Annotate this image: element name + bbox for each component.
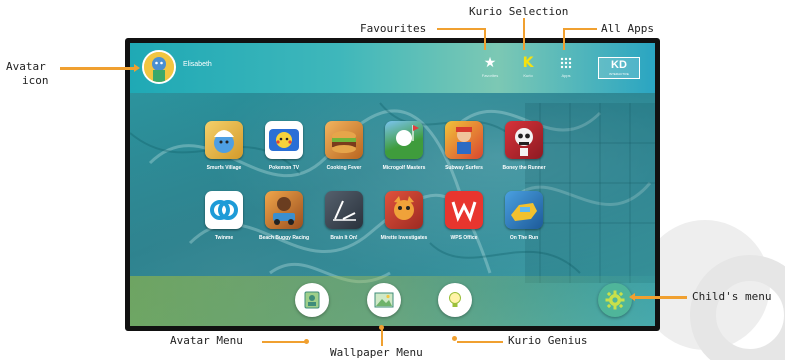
callout-childs-menu: Child's menu <box>692 290 772 303</box>
wallpaper-menu-button[interactable] <box>367 283 401 317</box>
callout-favourites: Favourites <box>360 22 427 35</box>
app-pokemon-tv[interactable]: Pokemon TV <box>255 121 313 181</box>
callout-avatar-menu: Avatar Menu <box>170 334 243 347</box>
app-smurfs-village[interactable]: Smurfs Village <box>195 121 253 181</box>
callout-dot <box>304 339 309 344</box>
beach-buggy-icon <box>265 191 303 229</box>
avatar[interactable] <box>142 50 176 84</box>
app-mirette-investigates[interactable]: Mirette Investigates <box>375 191 433 251</box>
kurio-genius-button[interactable] <box>438 283 472 317</box>
app-label: Cooking Fever <box>326 165 362 171</box>
app-label: Mirette Investigates <box>380 235 428 241</box>
logo-mark: KD <box>611 59 627 71</box>
callout-line <box>437 28 486 30</box>
mirette-icon <box>385 191 423 229</box>
logo-subtitle: INTERACTIVE <box>609 72 629 76</box>
microgolf-icon <box>385 121 423 159</box>
app-label: Boney the Runner <box>502 165 546 171</box>
app-label: Brain It On! <box>330 235 358 241</box>
app-label: Subway Surfers <box>445 165 483 171</box>
callout-wallpaper-menu: Wallpaper Menu <box>330 346 423 359</box>
app-label: Microgolf Masters <box>382 165 426 171</box>
picture-icon <box>374 292 394 308</box>
app-beach-buggy-racing[interactable]: Beach Buggy Racing <box>255 191 313 251</box>
app-subway-surfers[interactable]: Subway Surfers <box>435 121 493 181</box>
twinme-icon <box>205 191 243 229</box>
cooking-fever-icon <box>325 121 363 159</box>
app-boney-the-runner[interactable]: Boney the Runner <box>495 121 553 181</box>
on-the-run-icon <box>505 191 543 229</box>
favourites-button[interactable]: ★ Favorites <box>477 53 503 87</box>
callout-line <box>563 28 565 50</box>
kurio-selection-button[interactable]: K Kurio <box>515 53 541 87</box>
app-label: On The Run <box>509 235 539 241</box>
childs-menu-button[interactable] <box>598 283 632 317</box>
app-brain-it-on[interactable]: Brain It On! <box>315 191 373 251</box>
callout-line <box>457 341 503 343</box>
avatar-menu-button[interactable] <box>295 283 329 317</box>
app-label: Smurfs Village <box>206 165 242 171</box>
boney-runner-icon <box>505 121 543 159</box>
kd-interactive-logo: KD INTERACTIVE <box>598 57 640 79</box>
pokemon-tv-icon <box>265 121 303 159</box>
callout-line <box>523 18 525 50</box>
wps-office-icon <box>445 191 483 229</box>
app-label: Beach Buggy Racing <box>258 235 309 241</box>
callout-line <box>635 296 687 299</box>
callout-avatar-icon: Avatar <box>6 60 46 73</box>
avatar-card-icon <box>304 291 320 309</box>
callout-line <box>262 341 307 343</box>
smurfs-village-icon <box>205 121 243 159</box>
avatar-character-icon <box>144 52 174 82</box>
app-label: WPS Office <box>450 235 478 241</box>
callout-line <box>60 67 134 70</box>
callout-kurio-genius: Kurio Genius <box>508 334 588 347</box>
kurio-caption: Kurio <box>523 73 533 78</box>
callout-avatar-icon-line2: icon <box>22 74 49 87</box>
callout-kurio-selection: Kurio Selection <box>469 5 569 18</box>
grid-icon <box>553 53 579 73</box>
callout-arrow <box>134 64 140 72</box>
favourites-caption: Favorites <box>481 73 499 78</box>
lightbulb-icon <box>449 292 461 307</box>
app-microgolf-masters[interactable]: Microgolf Masters <box>375 121 433 181</box>
user-name: Elisabeth <box>183 61 212 68</box>
brain-it-on-icon <box>325 191 363 229</box>
callout-all-apps: All Apps <box>601 22 654 35</box>
apps-caption: Apps <box>561 73 571 78</box>
callout-line <box>563 28 597 30</box>
top-bar: Elisabeth ★ Favorites K Kurio Apps KD IN… <box>130 43 655 93</box>
home-screen: Elisabeth ★ Favorites K Kurio Apps KD IN… <box>130 43 655 326</box>
app-cooking-fever[interactable]: Cooking Fever <box>315 121 373 181</box>
all-apps-button[interactable]: Apps <box>553 53 579 87</box>
app-wps-office[interactable]: WPS Office <box>435 191 493 251</box>
app-label: Pokemon TV <box>268 165 300 171</box>
callout-line <box>484 28 486 50</box>
app-on-the-run[interactable]: On The Run <box>495 191 553 251</box>
star-icon: ★ <box>483 55 497 71</box>
subway-surfers-icon <box>445 121 483 159</box>
tablet-frame: Elisabeth ★ Favorites K Kurio Apps KD IN… <box>125 38 660 331</box>
callout-line <box>381 328 383 346</box>
gear-icon <box>605 290 625 310</box>
app-label: Twinme <box>214 235 234 241</box>
app-twinme[interactable]: Twinme <box>195 191 253 251</box>
kurio-k-icon: K <box>522 55 534 71</box>
